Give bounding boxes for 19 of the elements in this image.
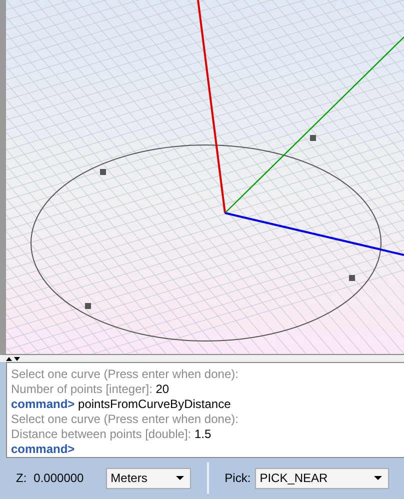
output-text: Select one curve (Press enter when done): — [11, 412, 238, 426]
query-text: Number of points [integer]: — [11, 382, 152, 396]
down-arrow-icon[interactable] — [14, 356, 20, 360]
output-text: Select one curve (Press enter when done): — [11, 367, 238, 381]
up-arrow-icon[interactable] — [6, 356, 12, 360]
caret-icon — [374, 476, 382, 480]
command-prompt: command> — [11, 442, 75, 456]
units-dropdown[interactable]: Meters — [106, 468, 191, 488]
query-text: Distance between points [double]: — [11, 427, 192, 441]
z-value: 0.000000 — [34, 471, 85, 485]
input-value: 20 — [156, 382, 170, 396]
pick-label: Pick: — [224, 471, 251, 485]
caret-icon — [176, 476, 184, 480]
command-prompt: command> — [11, 397, 75, 411]
pick-dropdown[interactable]: PICK_NEAR — [254, 468, 389, 488]
z-label: Z: — [16, 471, 27, 485]
input-value: 1.5 — [194, 427, 212, 441]
input-value: pointsFromCurveByDistance — [78, 397, 231, 411]
command-console[interactable]: Select one curve (Press enter when done): Number of points [integer]: 20 command> pointsFromCurveByDistance Select one curve (Press enter when done): Distance between points [double]: 1.5 command> — [6, 362, 404, 458]
